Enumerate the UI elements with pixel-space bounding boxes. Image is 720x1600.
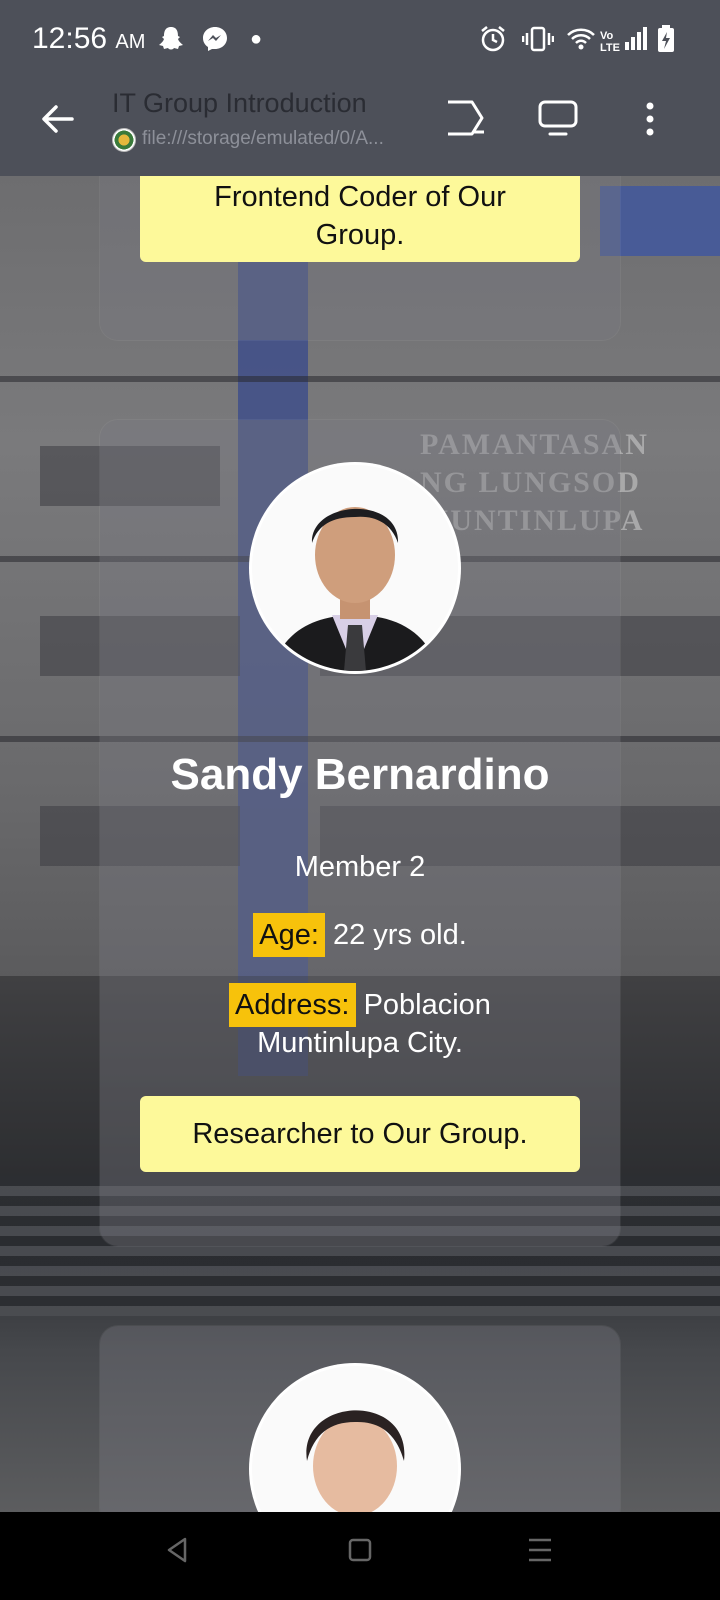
member-number: Member 2 — [294, 851, 426, 883]
open-in-app-icon — [448, 100, 484, 136]
browser-toolbar: IT Group Introduction file:///storage/em… — [0, 80, 720, 176]
member-avatar — [252, 465, 458, 671]
kebab-menu-icon — [646, 102, 654, 136]
more-options-button[interactable] — [622, 98, 678, 154]
member-name: Sandy Bernardino — [170, 750, 550, 799]
address-label: Address: — [229, 983, 356, 1027]
wifi-icon — [566, 24, 596, 60]
snapchat-icon — [156, 24, 186, 60]
building-ledge — [0, 376, 720, 382]
role-text: Frontend Coder of Our Group. — [214, 181, 506, 251]
person-photo-icon — [252, 465, 458, 671]
member-card-1: Frontend Coder of Our Group. — [100, 150, 620, 340]
square-home-icon — [348, 1538, 372, 1562]
age-label: Age: — [253, 913, 325, 957]
volte-icon: Vo LTE — [600, 30, 620, 54]
ampm-text: AM — [115, 31, 146, 53]
nav-home-button[interactable] — [338, 1534, 382, 1578]
back-button[interactable] — [30, 98, 86, 154]
arrow-left-icon — [42, 105, 74, 133]
desktop-view-button[interactable] — [530, 98, 586, 154]
address-value-line2: Muntinlupa City. — [257, 1027, 463, 1059]
member-card-2: Sandy Bernardino Member 2 Age: 22 yrs ol… — [100, 420, 620, 1246]
address-value-line1: Poblacion — [363, 989, 491, 1021]
open-external-button[interactable] — [438, 98, 494, 154]
page-title: IT Group Introduction — [112, 88, 367, 118]
messenger-icon — [200, 24, 230, 60]
page-url[interactable]: file:///storage/emulated/0/A... — [142, 128, 384, 150]
role-box: Researcher to Our Group. — [140, 1096, 580, 1172]
favicon-icon — [112, 128, 136, 152]
age-row: Age: 22 yrs old. — [100, 913, 620, 957]
vibrate-icon — [521, 24, 555, 60]
monitor-icon — [538, 100, 578, 136]
alarm-icon — [478, 24, 508, 60]
system-nav-bar — [0, 1512, 720, 1600]
member-card-3 — [100, 1326, 620, 1572]
role-box: Frontend Coder of Our Group. — [140, 170, 580, 262]
nav-back-button[interactable] — [156, 1534, 200, 1578]
dot-icon: ● — [250, 28, 263, 50]
signal-icon — [624, 24, 648, 60]
menu-lines-icon — [529, 1538, 551, 1562]
battery-icon — [656, 24, 676, 60]
status-bar: 12:56 AM ● Vo LTE — [0, 0, 720, 80]
nav-recents-button[interactable] — [518, 1534, 562, 1578]
age-value: 22 yrs old. — [332, 919, 467, 951]
triangle-back-icon — [167, 1537, 187, 1563]
address-row: Address: Poblacion — [100, 983, 620, 1027]
status-time: 12:56 AM — [32, 22, 145, 56]
role-text: Researcher to Our Group. — [192, 1118, 528, 1150]
time-text: 12:56 — [32, 22, 108, 55]
